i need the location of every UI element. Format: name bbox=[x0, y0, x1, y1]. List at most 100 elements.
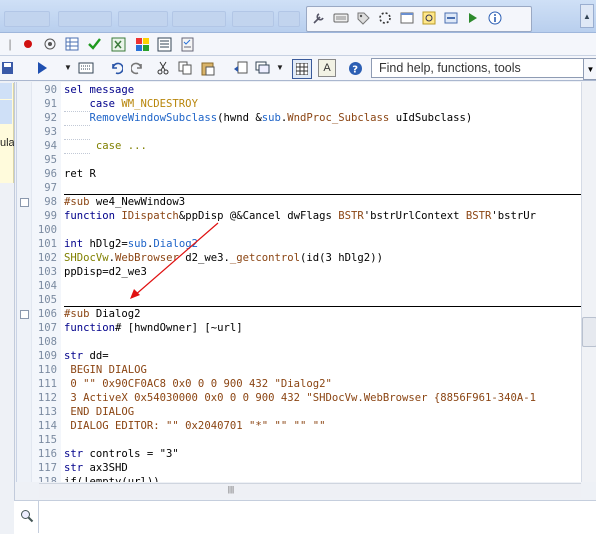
code-editor[interactable]: 90 sel message 91 case WM_NCDESTROY 92 Remo… bbox=[16, 82, 582, 482]
code-line[interactable]: BEGIN DIALOG bbox=[64, 363, 147, 377]
horizontal-scrollbar[interactable] bbox=[39, 483, 581, 498]
run-icon[interactable] bbox=[34, 60, 50, 76]
code-line[interactable]: function# [hwndOwner] [~url] bbox=[64, 321, 243, 335]
line-number: 101 bbox=[37, 238, 57, 250]
table-icon[interactable] bbox=[64, 36, 80, 52]
code-token: 'bstrUrlContext bbox=[363, 210, 466, 222]
search-dropdown-button[interactable]: ▼ bbox=[583, 58, 596, 80]
info-icon[interactable] bbox=[487, 10, 503, 26]
windows-icon[interactable] bbox=[255, 60, 271, 76]
line-number: 102 bbox=[37, 252, 57, 264]
code-line[interactable]: function IDispatch&ppDisp @&Cancel dwFla… bbox=[64, 209, 536, 223]
fold-marker-icon[interactable] bbox=[20, 198, 29, 207]
excel-icon[interactable] bbox=[110, 36, 126, 52]
line-number: 114 bbox=[37, 420, 57, 432]
tag-icon[interactable] bbox=[355, 10, 371, 26]
code-line[interactable]: SHDocVw.WebBrowser d2_we3._getcontrol(id… bbox=[64, 251, 383, 265]
scroll-up-button[interactable]: ▲ bbox=[580, 4, 594, 28]
line-number: 105 bbox=[37, 294, 57, 306]
tabs-icon[interactable] bbox=[78, 60, 94, 76]
code-line[interactable]: #sub we4_NewWindow3 bbox=[64, 195, 185, 209]
code-token: if(!empty(url)) bbox=[64, 476, 160, 482]
code-line[interactable]: str ax3SHD bbox=[64, 461, 128, 475]
grid-icon[interactable] bbox=[292, 59, 312, 79]
back-icon[interactable] bbox=[232, 60, 248, 76]
code-line[interactable]: case ... bbox=[64, 139, 147, 154]
code-token: BSTR bbox=[338, 210, 364, 222]
vertical-scrollbar[interactable] bbox=[581, 82, 596, 482]
code-token: _getcontrol bbox=[229, 252, 301, 264]
code-line[interactable]: case WM_NCDESTROY bbox=[64, 97, 198, 112]
code-line[interactable]: END DIALOG bbox=[64, 405, 134, 419]
code-token: str bbox=[64, 448, 90, 460]
code-line[interactable]: 3 ActiveX 0x54030000 0x0 0 0 900 432 "SH… bbox=[64, 391, 536, 405]
vertical-scroll-thumb[interactable] bbox=[582, 317, 596, 347]
text-icon[interactable]: A bbox=[318, 59, 336, 77]
code-token bbox=[64, 139, 90, 154]
fold-marker-icon[interactable] bbox=[20, 310, 29, 319]
line-number: 113 bbox=[37, 406, 57, 418]
run-icon[interactable] bbox=[465, 10, 481, 26]
menu-item-blurred[interactable] bbox=[232, 11, 274, 27]
line-number: 106 bbox=[37, 308, 57, 320]
paste-icon[interactable] bbox=[200, 60, 216, 76]
function-separator bbox=[64, 194, 582, 195]
magnifier-icon[interactable] bbox=[19, 508, 35, 524]
redo-icon[interactable] bbox=[130, 60, 146, 76]
code-line[interactable]: if(!empty(url)) bbox=[64, 475, 160, 482]
code-line[interactable]: sel message bbox=[64, 83, 134, 97]
menu-item-blurred[interactable] bbox=[172, 11, 226, 27]
splitter[interactable] bbox=[14, 82, 15, 533]
menu-item-blurred[interactable] bbox=[58, 11, 112, 27]
code-line[interactable]: #sub Dialog2 bbox=[64, 307, 141, 321]
floating-toolbar bbox=[306, 6, 532, 32]
copy-icon[interactable] bbox=[177, 60, 193, 76]
code-line[interactable]: str controls = "3" bbox=[64, 447, 179, 461]
function-separator bbox=[64, 306, 582, 307]
left-selected-item[interactable] bbox=[0, 83, 12, 99]
help-search-input[interactable]: Find help, functions, tools bbox=[371, 58, 586, 78]
code-token: 'bstrUr bbox=[491, 210, 537, 222]
code-line[interactable]: RemoveWindowSubclass(hwnd &sub.WndProc_S… bbox=[64, 111, 472, 126]
wrench-icon[interactable] bbox=[311, 10, 327, 26]
code-line[interactable]: str dd= bbox=[64, 349, 109, 363]
dropdown-icon[interactable]: ▼ bbox=[272, 60, 288, 76]
code-line[interactable]: ret R bbox=[64, 167, 96, 181]
code-token: dd= bbox=[89, 350, 109, 362]
search-window-icon[interactable] bbox=[421, 10, 437, 26]
code-line[interactable]: 0 "" 0x90CF0AC8 0x0 0 0 900 432 "Dialog2… bbox=[64, 377, 332, 391]
checklist-icon[interactable] bbox=[179, 36, 195, 52]
check-icon[interactable] bbox=[86, 36, 102, 52]
record-stop-icon[interactable] bbox=[42, 36, 58, 52]
horizontal-scroll-grip[interactable]: ||| bbox=[226, 485, 236, 494]
left-panel-text: ula bbox=[0, 137, 15, 149]
toolbar-2: | bbox=[0, 33, 596, 56]
output-pane[interactable] bbox=[14, 500, 596, 534]
line-number: 103 bbox=[37, 266, 57, 278]
code-line[interactable]: int hDlg2=sub.Dialog2 bbox=[64, 237, 198, 251]
record-icon[interactable] bbox=[20, 36, 36, 52]
code-line[interactable]: ppDisp=d2_we3 bbox=[64, 265, 147, 279]
undo-icon[interactable] bbox=[108, 60, 124, 76]
color-icon[interactable] bbox=[134, 36, 150, 52]
code-token: BSTR bbox=[465, 210, 492, 222]
menu-item-blurred[interactable] bbox=[4, 11, 50, 27]
left-selected-item[interactable] bbox=[0, 100, 12, 124]
window-icon[interactable] bbox=[399, 10, 415, 26]
code-token: d2_we3. bbox=[178, 252, 230, 264]
svg-text:?: ? bbox=[352, 64, 358, 75]
code-line[interactable]: DIALOG EDITOR: "" 0x2040701 "*" "" "" "" bbox=[64, 419, 325, 433]
save-icon[interactable] bbox=[0, 60, 16, 76]
menu-item-blurred[interactable] bbox=[278, 11, 300, 27]
dialog-icon[interactable] bbox=[443, 10, 459, 26]
keyboard-icon[interactable] bbox=[333, 10, 349, 26]
code-line[interactable] bbox=[64, 125, 90, 140]
dropdown-icon[interactable]: ▼ bbox=[60, 60, 76, 76]
menu-item-blurred[interactable] bbox=[118, 11, 168, 27]
help-icon[interactable]: ? bbox=[347, 60, 363, 76]
code-token bbox=[64, 125, 90, 140]
spinner-icon[interactable] bbox=[377, 10, 393, 26]
cut-icon[interactable] bbox=[155, 60, 171, 76]
line-number: 112 bbox=[37, 392, 57, 404]
list-icon[interactable] bbox=[156, 36, 172, 52]
